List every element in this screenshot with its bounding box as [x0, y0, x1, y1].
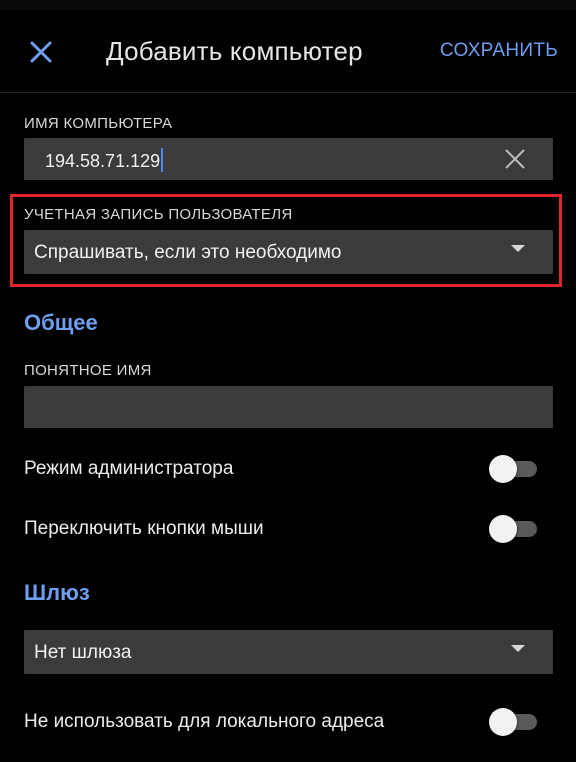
text-cursor [161, 148, 164, 172]
friendly-name-label: ПОНЯТНОЕ ИМЯ [24, 362, 152, 379]
computer-name-label: ИМЯ КОМПЬЮТЕРА [24, 115, 173, 132]
user-account-value: Спрашивать, если это необходимо [34, 242, 342, 263]
clear-button[interactable] [503, 147, 527, 171]
bypass-local-toggle[interactable] [489, 706, 537, 736]
save-button[interactable]: СОХРАНИТЬ [440, 40, 558, 62]
gateway-select[interactable]: Нет шлюза [24, 630, 553, 674]
close-button[interactable] [26, 37, 56, 67]
section-title-gateway: Шлюз [24, 580, 90, 605]
user-account-select[interactable]: Спрашивать, если это необходимо [24, 230, 553, 274]
toggle-thumb [489, 708, 517, 736]
status-bar [0, 0, 576, 10]
dropdown-arrow-icon [511, 245, 525, 252]
swap-mouse-label: Переключить кнопки мыши [24, 518, 264, 539]
toggle-thumb [489, 455, 517, 483]
computer-name-input[interactable]: 194.58.71.129 [45, 148, 164, 172]
friendly-name-input[interactable] [24, 386, 553, 428]
section-title-general: Общее [24, 310, 98, 335]
bypass-local-label: Не использовать для локального адреса [24, 711, 385, 732]
clear-icon [505, 149, 525, 169]
page-title: Добавить компьютер [106, 36, 363, 66]
gateway-value: Нет шлюза [34, 642, 132, 663]
computer-name-value: 194.58.71.129 [45, 151, 161, 171]
toggle-thumb [489, 515, 517, 543]
close-icon [30, 41, 52, 63]
dropdown-arrow-icon [511, 645, 525, 652]
computer-name-field[interactable]: 194.58.71.129 [24, 138, 553, 180]
swap-mouse-toggle[interactable] [489, 513, 537, 543]
admin-mode-label: Режим администратора [24, 458, 234, 479]
user-account-label: УЧЕТНАЯ ЗАПИСЬ ПОЛЬЗОВАТЕЛЯ [24, 206, 293, 223]
admin-mode-toggle[interactable] [489, 453, 537, 483]
app-bar: Добавить компьютер СОХРАНИТЬ [0, 10, 576, 93]
